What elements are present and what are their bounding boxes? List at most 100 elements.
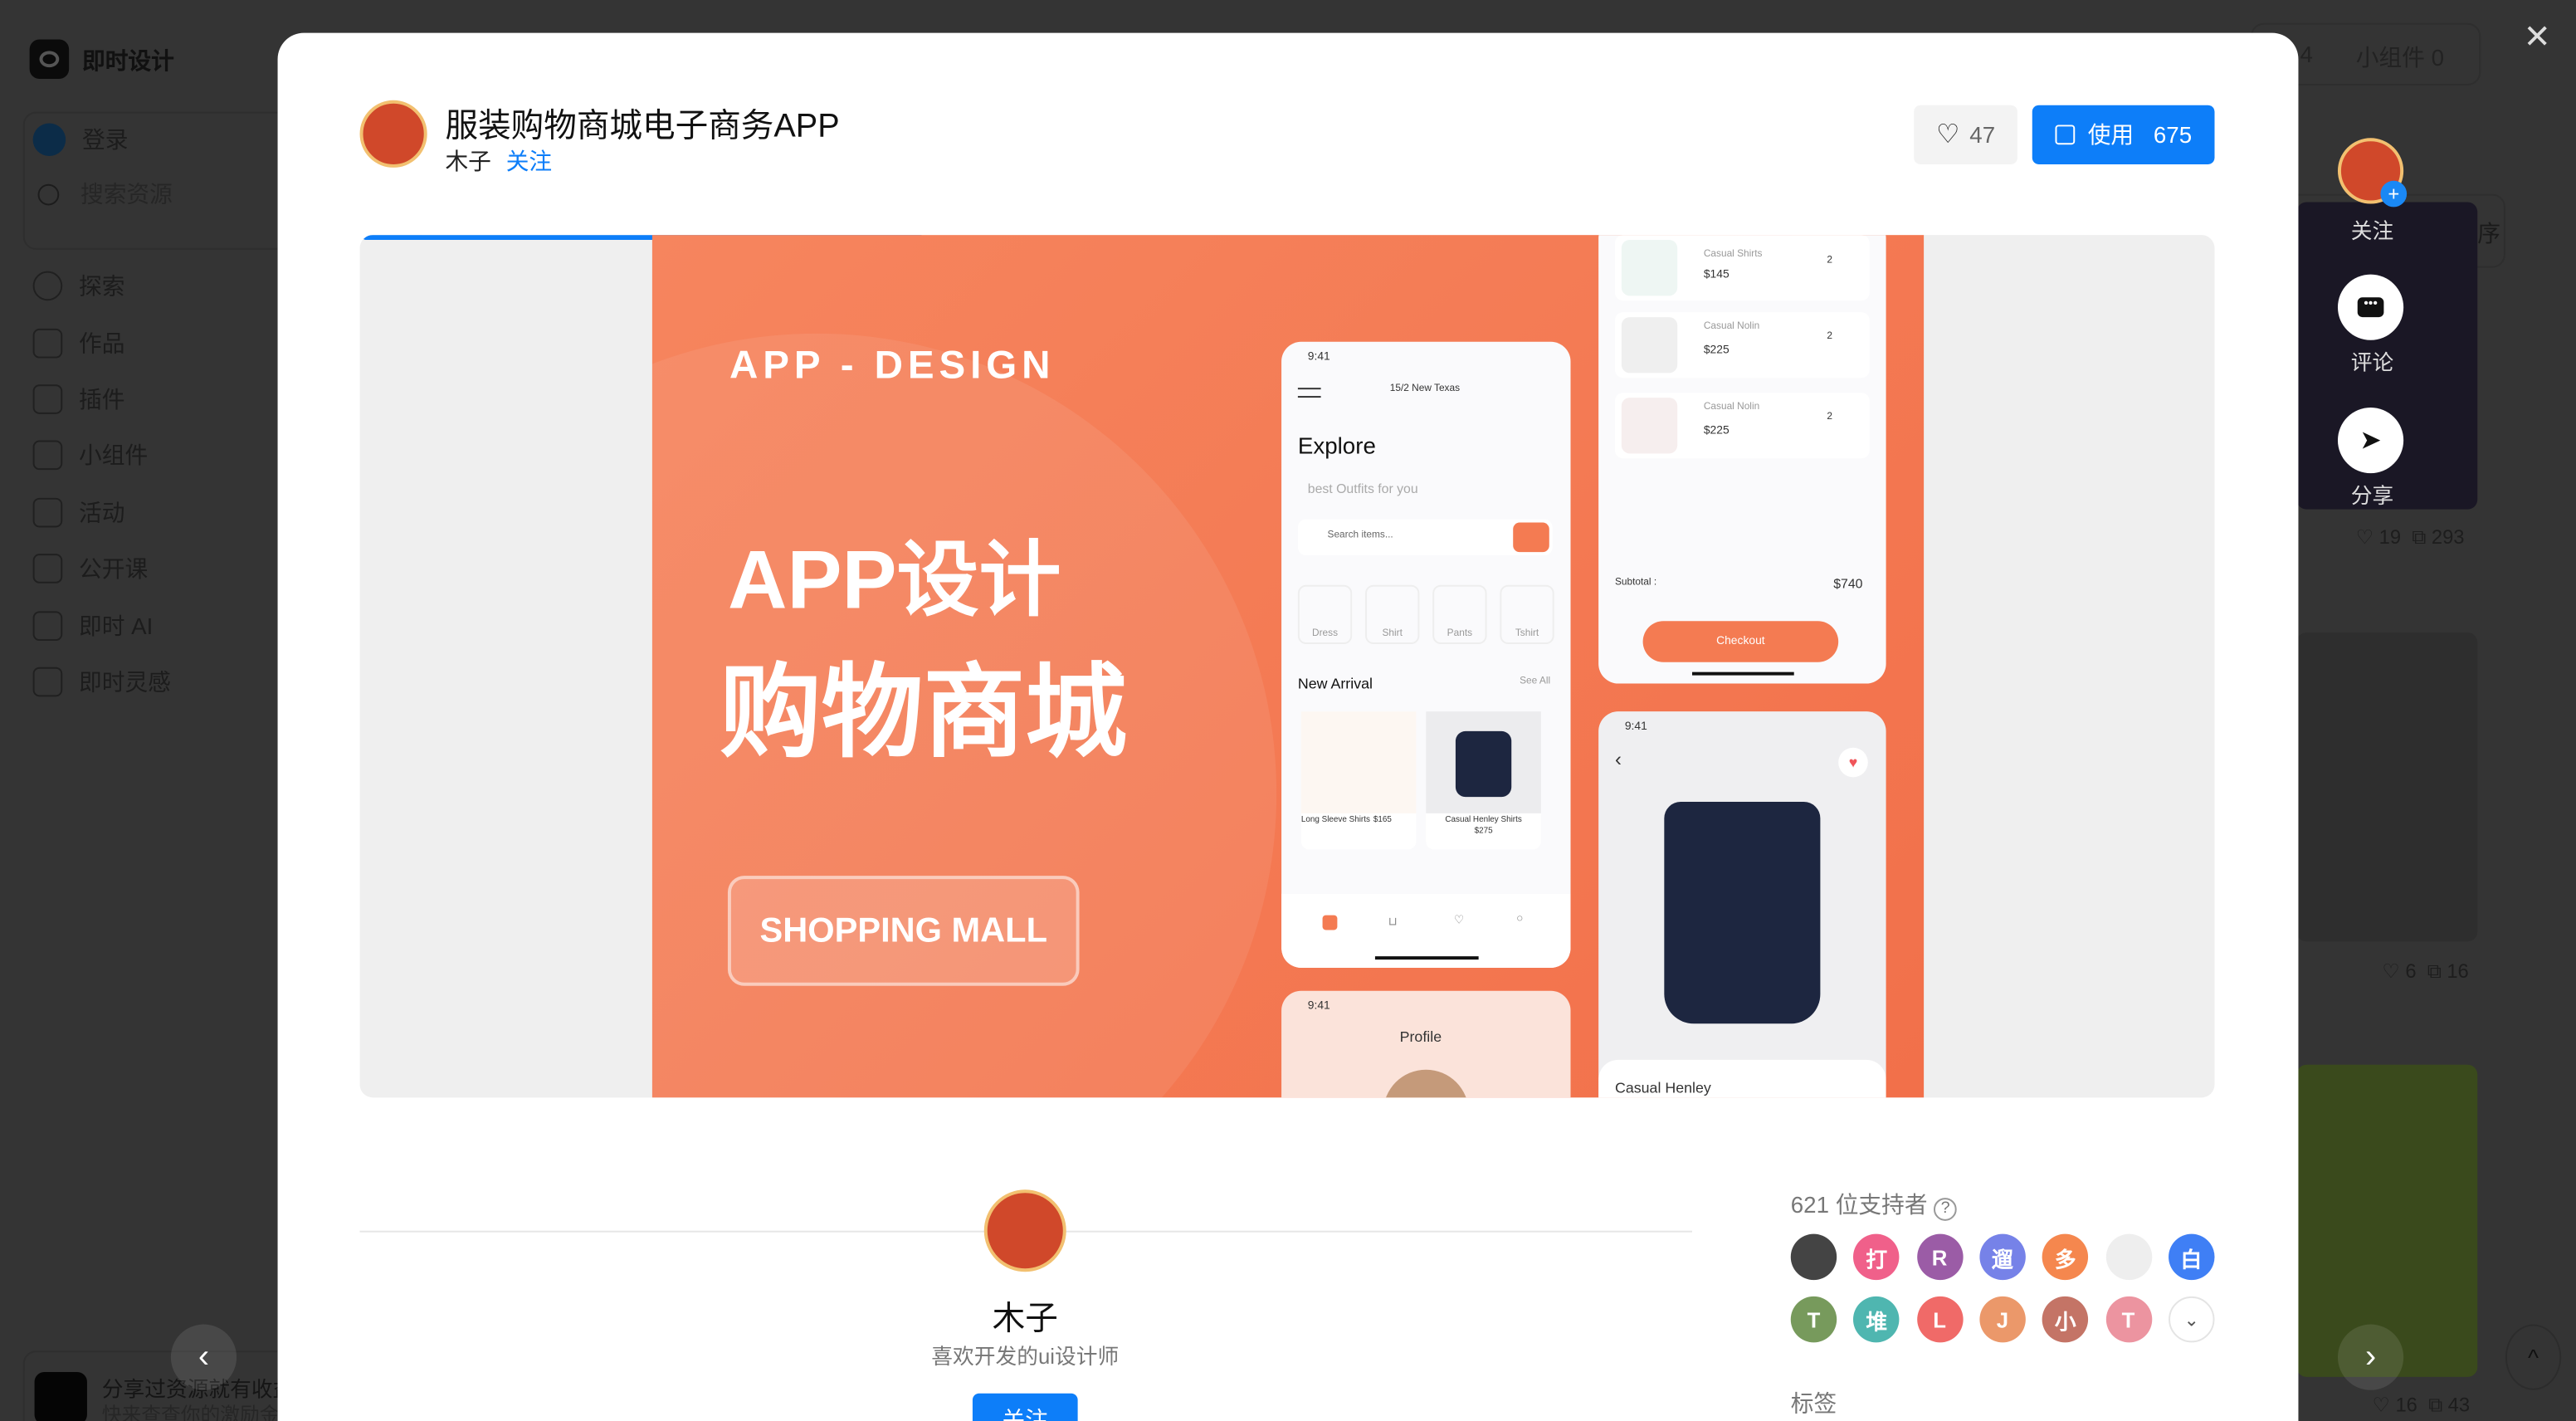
item-name: Casual Nolin [1703,322,1760,332]
card-stats: ♡ 19 ⧉ 293 [2355,525,2465,549]
category: Shirt [1365,584,1420,645]
supporter-avatar[interactable] [2105,1233,2152,1281]
float-author-avatar[interactable]: + [2337,138,2408,208]
supporter-avatar[interactable]: L [1916,1296,1963,1343]
promo-subtitle: 快来查查你的激励金 [101,1403,280,1421]
item-price: $225 [1703,425,1730,437]
status-time: 9:41 [1307,1000,1330,1013]
like-count: 47 [1969,121,1996,149]
supporter-avatar[interactable]: 堆 [1853,1296,1900,1343]
category: Dress [1297,584,1353,645]
detail-screen: 9:41 ‹ ♥ Casual Henley [1598,711,1886,1098]
comment-button[interactable]: ••• [2337,274,2404,340]
preview-area[interactable]: APP - DESIGN APP设计 购物商城 SHOPPING MALL 9:… [359,235,2215,1098]
supporters-header: 621 位支持者 ? [1791,1188,1957,1221]
location: 15/2 New Texas [1389,384,1461,395]
resource-card[interactable] [2296,632,2478,942]
supporter-avatar[interactable]: 小 [2042,1296,2089,1343]
sidebar-item-inspiration[interactable]: 即时灵感 [32,666,171,699]
headline-1: APP设计 [727,534,1061,627]
likes: 19 [2378,525,2402,549]
use-button[interactable]: 使用 675 [2032,105,2215,164]
supporter-avatar[interactable]: R [1916,1233,1963,1281]
label: 公开课 [79,555,149,582]
profile-screen: 9:41 Profile [1281,990,1571,1098]
headline-2: 购物商城 [720,657,1128,771]
share-button[interactable]: ➤ [2337,407,2404,474]
tab-widgets[interactable]: 小组件 0 [2356,41,2444,74]
product-card: Long Sleeve Shirts $165 [1300,711,1417,850]
help-icon[interactable]: ? [1934,1198,1957,1221]
send-icon: ➤ [2359,427,2382,456]
sidebar-item-events[interactable]: 活动 [32,496,125,530]
category: Pants [1432,584,1487,645]
card-stats: ♡ 16 ⧉ 43 [2372,1393,2471,1417]
heart-icon: ♥ [1838,747,1868,778]
card-stats: ♡ 6 ⧉ 16 [2382,960,2469,983]
author-avatar[interactable] [359,100,427,168]
widget-icon [32,440,63,471]
back-icon: ‹ [1614,747,1622,771]
item-qty: 2 [1827,256,1832,266]
supporter-avatar[interactable]: 白 [2168,1233,2215,1281]
label: 即时 AI [79,613,154,640]
search-placeholder: 搜索资源 [80,180,173,208]
login-button[interactable]: 登录 [32,123,129,157]
supporter-avatar[interactable]: T [1790,1296,1837,1343]
product-name: Long Sleeve Shirts [1300,814,1370,825]
label: 插件 [79,386,125,413]
planet-icon [32,271,63,301]
sidebar-item-works[interactable]: 作品 [32,327,125,360]
close-icon[interactable]: ✕ [2524,17,2551,57]
app-name: 即时设计 [81,47,174,75]
label: 即时灵感 [79,668,171,696]
sidebar-item-courses[interactable]: 公开课 [32,552,149,585]
use-label: 使用 [2087,121,2134,149]
author-card-avatar[interactable] [983,1189,1066,1272]
menu-icon [1297,388,1321,398]
label: 探索 [79,272,125,300]
likes: 6 [2405,960,2417,983]
sidebar-item-widgets[interactable]: 小组件 [32,439,149,472]
cart-item: Casual Shirts $145 2 [1614,235,1870,301]
plus-icon: + [2380,180,2408,208]
tab-count[interactable]: 4 [2300,41,2312,67]
category: Tshirt [1500,584,1554,645]
label: 活动 [79,499,125,526]
label: 小组件 [79,442,149,469]
sidebar-item-plugins[interactable]: 插件 [32,383,125,416]
follow-link[interactable]: 关注 [506,144,552,178]
float-follow-label[interactable]: 关注 [2351,213,2394,245]
search-icon [37,183,60,205]
supporter-avatar[interactable]: T [2105,1296,2152,1343]
supporter-avatar[interactable]: 遛 [1979,1233,2026,1281]
file-icon [32,328,63,359]
prev-button[interactable]: ‹ [170,1324,237,1390]
supporter-avatar[interactable]: 打 [1853,1233,1900,1281]
user-icon [32,123,66,157]
see-all: See All [1520,676,1551,687]
author-follow-button[interactable]: 关注 [972,1393,1078,1421]
section-title: New Arrival [1297,675,1373,692]
search-input[interactable]: 搜索资源 [33,178,173,211]
home-icon [1322,915,1338,930]
subtotal-value: $740 [1833,576,1863,592]
cart-icon: ⊔ [1388,916,1398,929]
like-button[interactable]: ♡ 47 [1914,105,2017,164]
item-price: $145 [1703,269,1730,281]
supporter-avatar[interactable]: 多 [2042,1233,2089,1281]
author-name[interactable]: 木子 [445,144,490,178]
sidebar-item-ai[interactable]: 即时 AI [32,609,154,642]
explore-title: Explore [1297,432,1376,459]
expand-supporters-button[interactable]: ⌄ [2169,1296,2215,1343]
next-button[interactable]: › [2337,1324,2404,1390]
item-name: Casual Shirts [1703,249,1763,260]
scroll-top-button[interactable]: ^ [2505,1324,2562,1390]
supporter-avatar[interactable] [1790,1233,1837,1281]
sidebar-item-explore[interactable]: 探索 [32,270,125,303]
promo-icon [34,1371,87,1421]
checkout-button: Checkout [1642,621,1839,662]
logo[interactable] [29,39,70,80]
supporter-avatar[interactable]: J [1979,1296,2026,1343]
label: 作品 [79,330,125,357]
